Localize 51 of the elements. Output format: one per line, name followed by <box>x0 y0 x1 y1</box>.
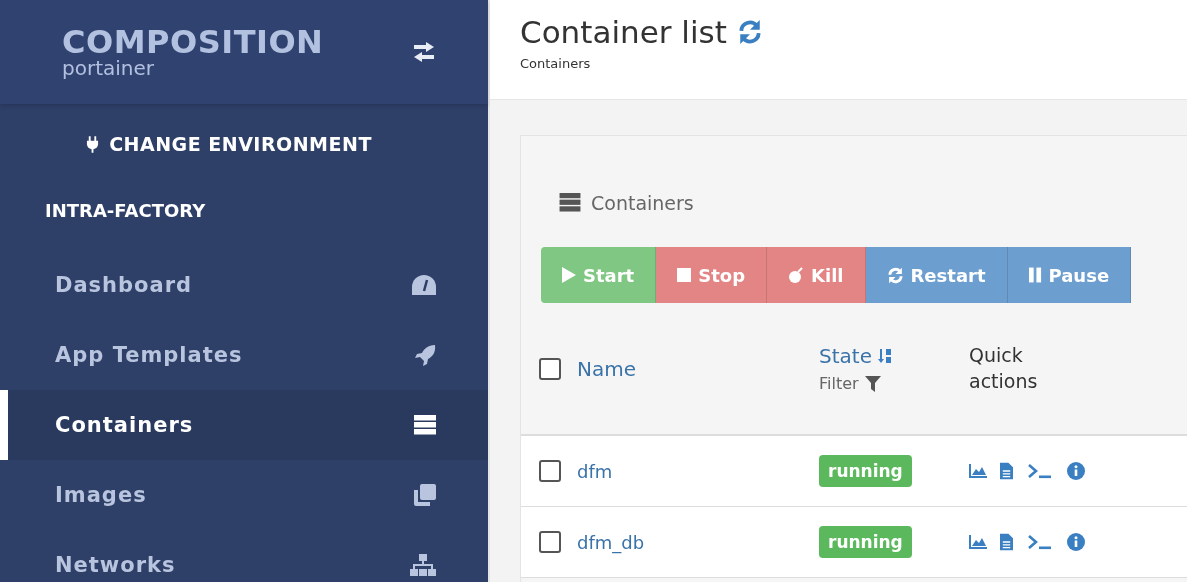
state-badge: running <box>819 526 912 558</box>
area-chart-icon[interactable] <box>969 535 987 549</box>
state-badge: running <box>819 455 912 487</box>
play-icon <box>562 267 576 283</box>
document-icon[interactable] <box>1000 462 1013 480</box>
document-icon[interactable] <box>1000 533 1013 551</box>
breadcrumb: Containers <box>520 56 592 71</box>
column-header[interactable]: State <box>819 344 872 368</box>
area-chart-icon[interactable] <box>969 464 987 478</box>
sort-icon[interactable] <box>877 348 892 364</box>
environment-name: INTRA-FACTORY <box>44 199 207 223</box>
filter-label[interactable]: Filter <box>819 374 859 393</box>
server-icon <box>414 415 436 435</box>
filter-icon[interactable] <box>864 375 881 392</box>
sidebar-item[interactable]: Dashboard <box>0 250 488 320</box>
select-all-checkbox[interactable] <box>539 357 561 380</box>
info-icon[interactable] <box>1067 533 1085 551</box>
info-icon[interactable] <box>1067 462 1085 480</box>
rocket-icon <box>414 344 436 366</box>
row-checkbox[interactable] <box>539 531 561 553</box>
sidebar-item[interactable]: App Templates <box>0 320 488 390</box>
row-checkbox[interactable] <box>539 460 561 482</box>
gauge-icon <box>412 275 436 295</box>
plug-icon <box>86 135 100 153</box>
sidebar-item[interactable]: Networks <box>0 530 488 582</box>
action-button[interactable]: Stop <box>656 247 768 303</box>
bomb-icon <box>788 267 805 283</box>
pause-icon <box>1028 267 1042 283</box>
container-name-link[interactable]: dfm <box>577 460 613 482</box>
server-icon <box>559 193 581 212</box>
stacked-squares-icon <box>414 484 436 506</box>
sidebar-item[interactable]: Containers <box>0 390 488 460</box>
brand-logo-text: COMPOSITION <box>62 26 324 58</box>
action-button[interactable]: Pause <box>1007 247 1132 303</box>
refresh-icon[interactable] <box>736 19 763 45</box>
swap-arrows-icon[interactable] <box>412 41 436 63</box>
sidebar-item[interactable]: Images <box>0 460 488 530</box>
brand-subtitle: portainer <box>62 58 155 78</box>
action-button[interactable]: Kill <box>767 247 866 303</box>
change-environment-link[interactable]: CHANGE ENVIRONMENT <box>0 104 488 184</box>
column-header: Quick actions <box>969 342 1039 394</box>
container-name-link[interactable]: dfm_db <box>577 531 645 553</box>
terminal-icon[interactable] <box>1026 534 1054 550</box>
action-button[interactable]: Restart <box>865 247 1008 303</box>
stop-icon <box>677 268 692 282</box>
card-title: Containers <box>591 191 694 214</box>
refresh-icon <box>886 266 904 284</box>
page-title: Container list <box>520 14 727 50</box>
column-header[interactable]: Name <box>577 356 636 381</box>
terminal-icon[interactable] <box>1026 463 1054 479</box>
sitemap-icon <box>410 554 436 576</box>
